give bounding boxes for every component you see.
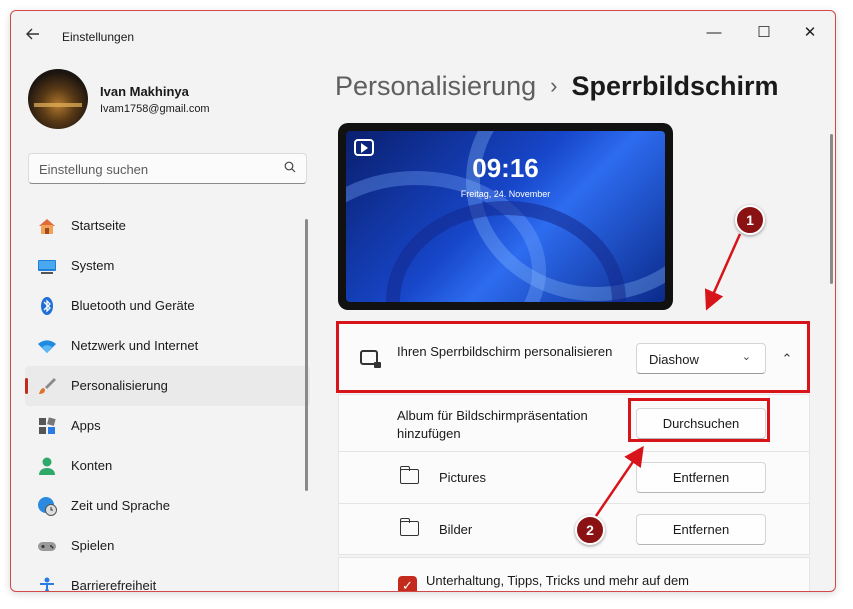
- sidebar-item-barrierefreiheit[interactable]: Barrierefreiheit: [25, 566, 310, 592]
- close-button[interactable]: ✕: [787, 19, 833, 47]
- gamepad-icon: [38, 542, 56, 551]
- search-placeholder: Einstellung suchen: [39, 162, 149, 177]
- breadcrumb: Personalisierung › Sperrbildschirm: [335, 71, 779, 102]
- minimize-button[interactable]: —: [691, 19, 737, 47]
- sidebar-item-label: Bluetooth und Geräte: [71, 298, 195, 313]
- tips-checkbox[interactable]: ✓: [398, 576, 417, 591]
- sidebar-item-label: Zeit und Sprache: [71, 498, 171, 513]
- sidebar-item-startseite[interactable]: Startseite: [25, 206, 310, 246]
- folder-icon: [400, 518, 419, 536]
- main-scrollbar[interactable]: [830, 134, 833, 284]
- search-input[interactable]: Einstellung suchen: [28, 153, 307, 184]
- preview-time: 09:16: [472, 153, 539, 183]
- sidebar-item-label: Spielen: [71, 538, 115, 553]
- brush-icon: [39, 378, 56, 394]
- breadcrumb-separator: ›: [550, 73, 558, 98]
- sidebar-item-bluetooth[interactable]: Bluetooth und Geräte: [25, 286, 310, 326]
- folder-row-pictures: Pictures Entfernen: [338, 452, 810, 504]
- folder-icon: [400, 466, 419, 484]
- user-email: Ivam1758@gmail.com: [100, 103, 210, 115]
- annotation-badge-2: 2: [575, 515, 605, 545]
- sidebar-item-label: Personalisierung: [71, 378, 168, 393]
- sidebar-item-label: Apps: [71, 418, 101, 433]
- preview-date: Freitag, 24. November: [460, 189, 551, 199]
- sidebar-item-label: Konten: [71, 458, 113, 473]
- bluetooth-icon: [41, 297, 53, 315]
- sidebar-item-label: Barrierefreiheit: [71, 578, 157, 592]
- sidebar-item-zeit[interactable]: Zeit und Sprache: [25, 486, 310, 526]
- page-title: Sperrbildschirm: [571, 71, 779, 101]
- maximize-button[interactable]: ☐: [741, 19, 787, 47]
- tips-label: Unterhaltung, Tipps, Tricks und mehr auf…: [426, 573, 690, 588]
- apps-icon: [39, 417, 56, 434]
- breadcrumb-parent[interactable]: Personalisierung: [335, 71, 536, 101]
- sidebar-item-personalisierung[interactable]: Personalisierung: [25, 366, 310, 406]
- globe-clock-icon: [38, 497, 57, 516]
- sidebar-item-konten[interactable]: Konten: [25, 446, 310, 486]
- sidebar-scrollbar[interactable]: [305, 219, 308, 491]
- avatar[interactable]: [28, 69, 88, 129]
- tips-row: ✓ Unterhaltung, Tipps, Tricks und mehr a…: [338, 557, 810, 591]
- folder-name: Pictures: [439, 470, 486, 485]
- folder-row-bilder: Bilder Entfernen: [338, 503, 810, 555]
- accessibility-icon: [40, 577, 54, 591]
- album-label: Album für Bildschirmpräsentation hinzufü…: [397, 408, 588, 441]
- folder-name: Bilder: [439, 522, 473, 537]
- active-indicator: [25, 378, 28, 394]
- monitor-icon: [38, 260, 56, 274]
- app-title: Einstellungen: [62, 30, 135, 44]
- person-icon: [39, 457, 55, 475]
- title-bar: Einstellungen — ☐ ✕: [11, 11, 835, 57]
- preview-wallpaper: 09:16 Freitag, 24. November: [346, 131, 665, 302]
- arrow-left-icon: [26, 28, 39, 40]
- sidebar-item-apps[interactable]: Apps: [25, 406, 310, 446]
- lock-screen-preview: 09:16 Freitag, 24. November: [338, 123, 673, 310]
- sidebar-item-system[interactable]: System: [25, 246, 310, 286]
- home-icon: [39, 219, 55, 234]
- user-name: Ivan Makhinya: [100, 84, 189, 99]
- back-button[interactable]: [25, 26, 45, 44]
- sidebar-item-spielen[interactable]: Spielen: [25, 526, 310, 566]
- sidebar-item-label: System: [71, 258, 115, 273]
- search-icon: [284, 161, 296, 176]
- remove-button-bilder[interactable]: Entfernen: [636, 514, 766, 545]
- remove-button-pictures[interactable]: Entfernen: [636, 462, 766, 493]
- sidebar-item-label: Startseite: [71, 218, 126, 233]
- sidebar-item-netzwerk[interactable]: Netzwerk und Internet: [25, 326, 310, 366]
- wifi-icon: [38, 340, 56, 353]
- sidebar-item-label: Netzwerk und Internet: [71, 338, 199, 353]
- annotation-badge-1: 1: [735, 205, 765, 235]
- highlight-box-1: [336, 321, 810, 393]
- highlight-box-2: [628, 398, 770, 442]
- settings-window: Einstellungen — ☐ ✕ Ivan Makhinya Ivam17…: [10, 10, 836, 592]
- sidebar-nav: Startseite System Bluetooth und Geräte N…: [25, 206, 310, 592]
